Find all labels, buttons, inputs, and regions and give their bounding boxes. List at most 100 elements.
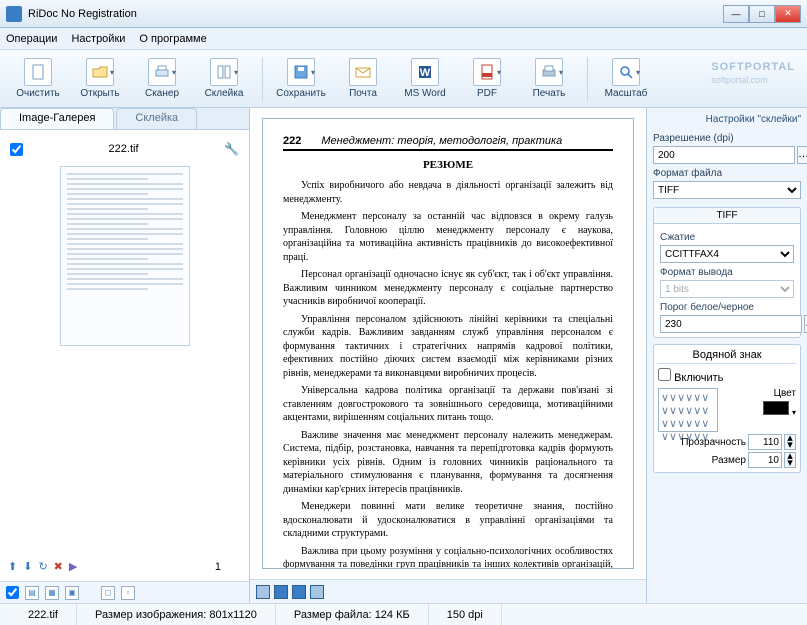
menu-operations[interactable]: Операции [6,33,57,45]
watermark-enable[interactable]: Включить [658,372,723,384]
clear-button[interactable]: Очистить [8,55,68,102]
opacity-stepper[interactable]: ▴▾ [784,434,796,450]
thumbnail-area: 222.tif 🔧 ⬆ ⬇ ↻ ✖ ▶ 1 [0,130,249,581]
statusbar: 222.tif Размер изображения: 801x1120 Раз… [0,603,807,625]
zoom-preset-3[interactable] [292,585,306,599]
resolution-more-button[interactable]: … [797,146,807,164]
center-pane: 222 Менеджмент: теорія, методологія, пра… [250,108,647,603]
label-opacity: Прозрачность [681,437,746,448]
doc-paragraph: Універсальна кадрова політика організаці… [283,384,613,425]
left-pane: Image-Галерея Склейка 222.tif 🔧 ⬆ ⬇ ↻ [0,108,250,603]
maximize-button[interactable]: □ [749,5,775,23]
thumbnail-preview[interactable] [60,166,190,346]
wrench-icon[interactable]: 🔧 [224,142,239,156]
status-filename: 222.tif [10,604,77,625]
subtab-tiff[interactable]: TIFF [654,208,800,224]
tab-stitch[interactable]: Склейка [116,108,197,129]
menu-about[interactable]: О программе [139,33,206,45]
chevron-down-icon: ▾ [110,68,114,77]
doc-header-title: Менеджмент: теорія, методологія, практик… [321,135,562,147]
print-button[interactable]: ▾ Печать [519,55,579,102]
resolution-input[interactable] [653,146,795,164]
size-input[interactable] [748,452,782,468]
zoom-preset-4[interactable] [310,585,324,599]
watermark-pattern[interactable]: ∨∨∨∨∨∨∨∨∨∨∨∨∨∨∨∨∨∨∨∨∨∨∨∨ [658,388,718,432]
view-list-icon[interactable]: ▤ [25,586,39,600]
content: Image-Галерея Склейка 222.tif 🔧 ⬆ ⬇ ↻ [0,108,807,603]
save-button[interactable]: ▾ Сохранить [271,55,331,102]
view-large-icon[interactable]: ◻ [101,586,115,600]
label-compression: Сжатие [660,232,794,243]
doc-paragraph: Успіх виробничого або невдача в діяльнос… [283,179,613,206]
output-format-select[interactable]: 1 bits [660,280,794,298]
mail-button[interactable]: Почта [333,55,393,102]
view-grid-icon[interactable]: ▣ [65,586,79,600]
thumbnail-tools: ⬆ ⬇ ↻ ✖ ▶ 1 [8,560,241,573]
doc-paragraph: Важлива при цьому розуміння у соціально-… [283,545,613,570]
scanner-button[interactable]: ▾ Сканер [132,55,192,102]
label-color: Цвет [724,388,796,399]
titlebar: RiDoc No Registration — □ ✕ [0,0,807,28]
status-file-size: Размер файла: 124 КБ [276,604,429,625]
center-bottom-bar [250,579,646,603]
doc-paragraph: Управління персоналом здійснюють лінійні… [283,313,613,381]
play-icon[interactable]: ▶ [69,560,77,573]
open-button[interactable]: ▾ Открыть [70,55,130,102]
file-blank-icon [24,58,52,86]
label-file-format: Формат файла [653,168,801,179]
chevron-down-icon[interactable]: ▾ [792,408,796,417]
watermark-checkbox[interactable] [658,368,671,381]
document-viewport[interactable]: 222 Менеджмент: теорія, методологія, пра… [250,108,646,579]
threshold-input[interactable] [660,315,802,333]
window-controls: — □ ✕ [723,5,801,23]
toolbar-divider [587,57,588,101]
window-title: RiDoc No Registration [28,8,723,20]
app-icon [6,6,22,22]
thumbnail-checkbox[interactable] [10,143,23,156]
pdf-button[interactable]: ▾ PDF [457,55,517,102]
zoom-button[interactable]: ▾ Масштаб [596,55,656,102]
label-output-format: Формат вывода [660,267,794,278]
doc-paragraph: Персонал організації одночасно існує як … [283,268,613,309]
doc-page-number: 222 [283,135,301,147]
chevron-down-icon: ▾ [172,68,176,77]
thumbnail-header: 222.tif 🔧 [8,138,241,160]
right-pane: Настройки "склейки" Разрешение (dpi) … Ф… [647,108,807,603]
size-stepper[interactable]: ▴▾ [784,452,796,468]
compression-select[interactable]: CCITTFAX4 [660,245,794,263]
doc-paragraph: Менеджмент персоналу за останній час від… [283,210,613,264]
watermark-panel: Водяной знак Включить ∨∨∨∨∨∨∨∨∨∨∨∨∨∨∨∨∨∨… [653,344,801,473]
arrow-down-icon[interactable]: ⬇ [23,560,32,573]
menu-settings[interactable]: Настройки [71,33,125,45]
settings-title: Настройки "склейки" [653,112,801,129]
word-button[interactable]: W MS Word [395,55,455,102]
zoom-preset-1[interactable] [256,585,270,599]
status-image-size: Размер изображения: 801x1120 [77,604,276,625]
mail-icon [349,58,377,86]
file-format-select[interactable]: TIFF [653,181,801,199]
color-swatch[interactable] [763,401,789,415]
tab-image-gallery[interactable]: Image-Галерея [0,108,114,129]
label-threshold: Порог белое/черное [660,302,794,313]
label-size: Размер [712,455,746,466]
view-small-icon[interactable]: ▫ [121,586,135,600]
opacity-input[interactable] [748,434,782,450]
left-bottom-toolbar: ▤ ▦ ▣ ◻ ▫ [0,581,249,603]
stitch-button[interactable]: ▾ Склейка [194,55,254,102]
close-button[interactable]: ✕ [775,5,801,23]
select-all-checkbox[interactable] [6,586,19,599]
minimize-button[interactable]: — [723,5,749,23]
doc-heading: РЕЗЮМЕ [283,159,613,171]
watermark-logo: SOFTPORTALsoftportal.com [711,54,795,85]
svg-text:W: W [420,67,431,79]
zoom-preset-2[interactable] [274,585,288,599]
arrow-up-icon[interactable]: ⬆ [8,560,17,573]
view-thumbs-icon[interactable]: ▦ [45,586,59,600]
word-icon: W [411,58,439,86]
format-subtab: TIFF Сжатие CCITTFAX4 Формат вывода 1 bi… [653,207,801,338]
page-number: 1 [215,561,241,573]
rotate-icon[interactable]: ↻ [38,560,47,573]
chevron-down-icon: ▾ [311,68,315,77]
delete-icon[interactable]: ✖ [54,560,63,573]
toolbar-divider [262,57,263,101]
